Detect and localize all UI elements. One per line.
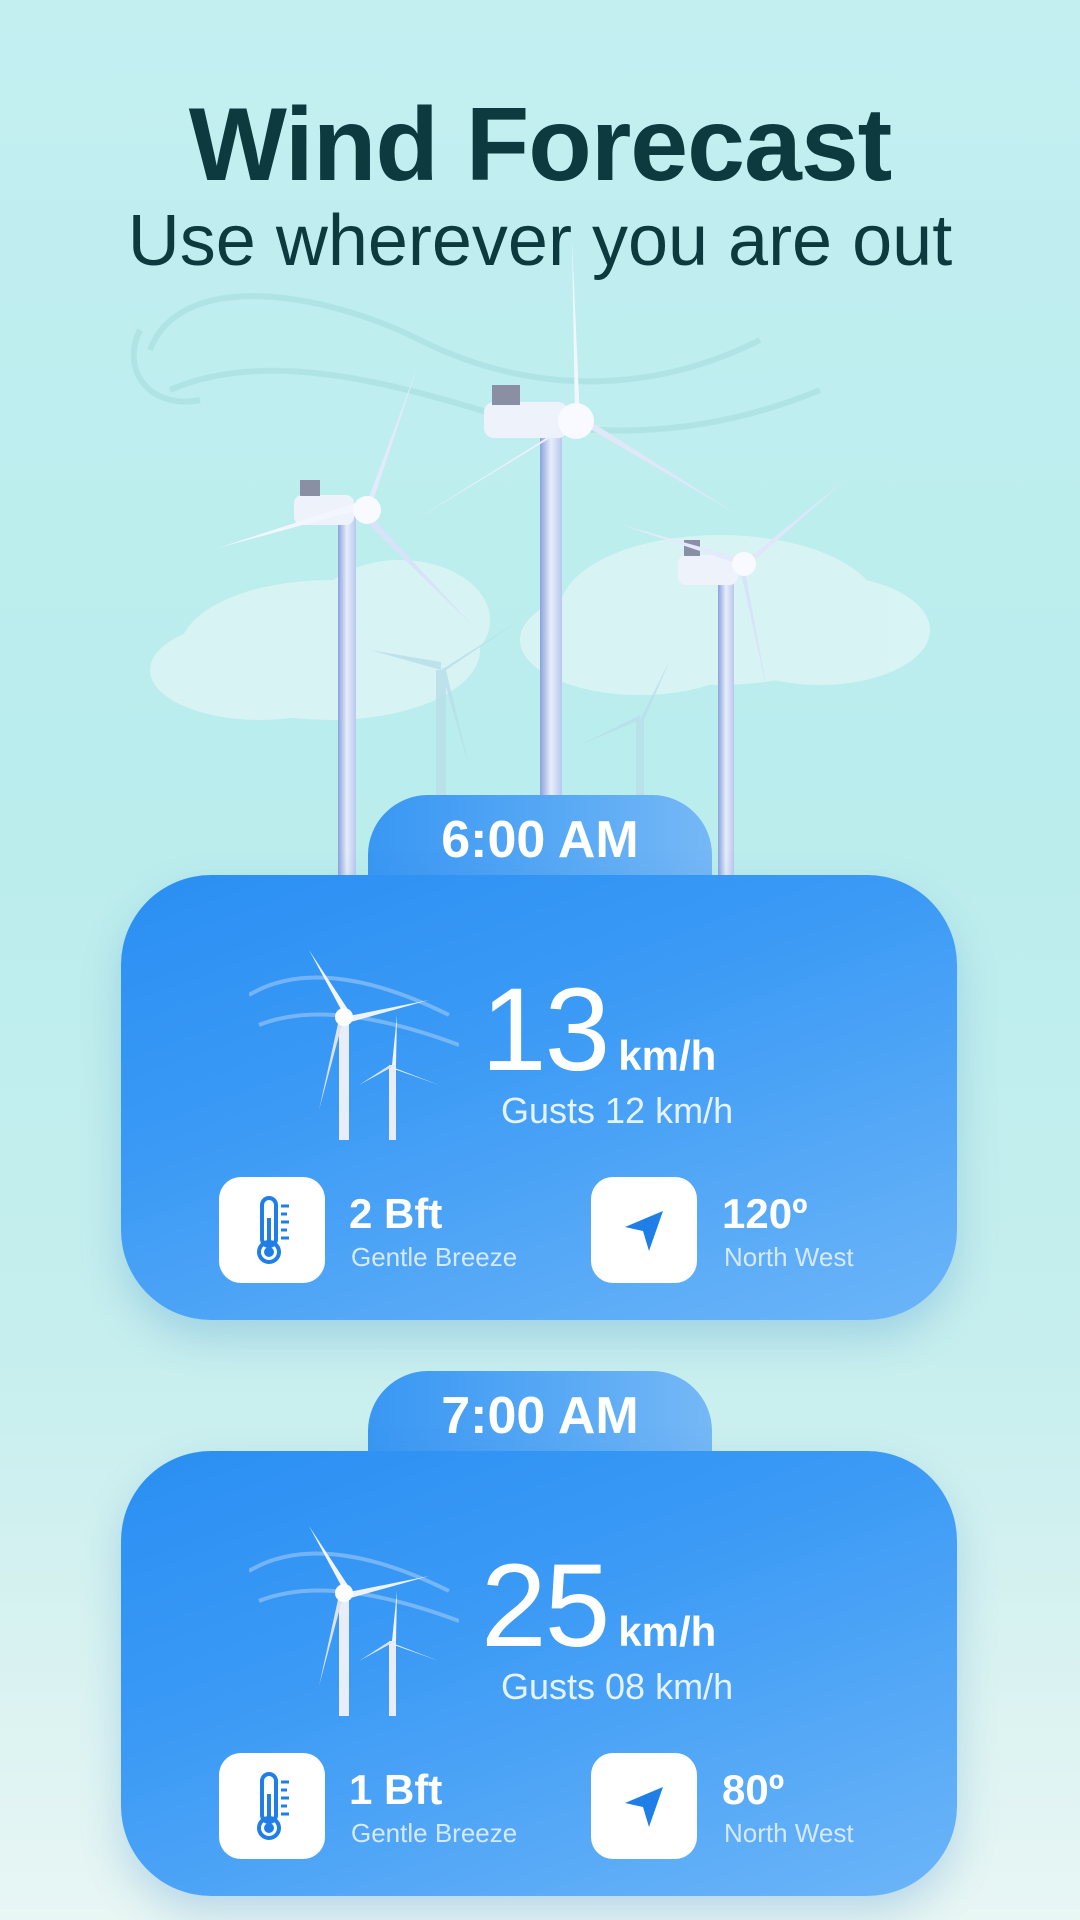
wind-speed-value: 13 <box>481 964 610 1096</box>
wind-turbine-icon <box>249 950 459 1140</box>
beaufort-tile[interactable] <box>219 1177 325 1283</box>
page-title: Wind Forecast <box>188 87 893 203</box>
gusts-text: Gusts 12 km/h <box>501 1090 734 1131</box>
direction-tile[interactable] <box>591 1753 697 1859</box>
forecast-card[interactable]: 13 km/h Gusts 12 km/h 2 Bft Gentle Breez… <box>121 875 957 1320</box>
time-tab[interactable]: 6:00 AM <box>368 795 712 883</box>
beaufort-value: 2 Bft <box>349 1190 443 1237</box>
thermometer-icon <box>257 1772 289 1840</box>
direction-label: North West <box>724 1818 854 1848</box>
direction-label: North West <box>724 1242 854 1272</box>
direction-value: 120º <box>722 1190 808 1237</box>
wind-speed-value: 25 <box>481 1540 610 1672</box>
navigation-arrow-icon <box>625 1211 663 1251</box>
direction-tile[interactable] <box>591 1177 697 1283</box>
direction-value: 80º <box>722 1766 785 1813</box>
beaufort-label: Gentle Breeze <box>351 1818 518 1848</box>
beaufort-tile[interactable] <box>219 1753 325 1859</box>
wind-speed-unit: km/h <box>618 1032 717 1079</box>
time-tab[interactable]: 7:00 AM <box>368 1371 712 1459</box>
thermometer-icon <box>257 1196 289 1264</box>
wind-speed: 25 km/h <box>481 1546 716 1666</box>
beaufort-label: Gentle Breeze <box>351 1242 518 1272</box>
beaufort-value: 1 Bft <box>349 1766 443 1813</box>
wind-speed-unit: km/h <box>618 1608 717 1655</box>
wind-turbine-icon <box>249 1526 459 1716</box>
navigation-arrow-icon <box>625 1787 663 1827</box>
forecast-card[interactable]: 25 km/h Gusts 08 km/h 1 Bft Gentle Breez… <box>121 1451 957 1896</box>
gusts-text: Gusts 08 km/h <box>501 1666 734 1707</box>
wind-speed: 13 km/h <box>481 970 716 1090</box>
